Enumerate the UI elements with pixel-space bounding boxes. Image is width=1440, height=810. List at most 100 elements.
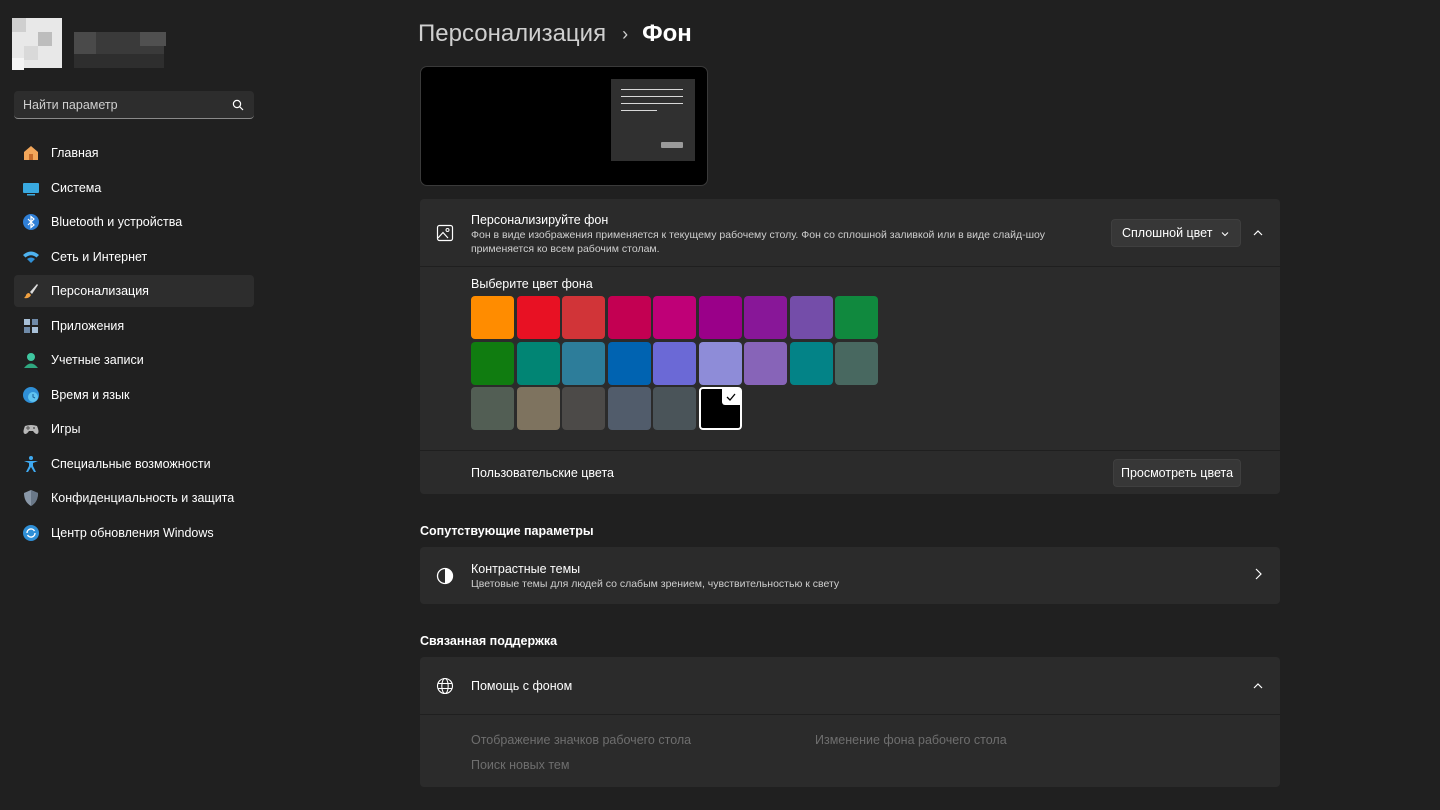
sidebar-item-windows-update[interactable]: Центр обновления Windows (14, 517, 254, 549)
color-swatch[interactable] (516, 341, 560, 385)
custom-colors-row: Пользовательские цвета Просмотреть цвета (420, 450, 1280, 494)
color-swatch[interactable] (744, 341, 787, 385)
color-swatch[interactable] (698, 387, 742, 430)
wifi-icon (22, 248, 40, 266)
page-title: Фон (642, 20, 692, 47)
color-swatch[interactable] (653, 341, 696, 385)
sidebar-item-system[interactable]: Система (14, 172, 254, 204)
apps-icon (22, 317, 40, 335)
color-swatch[interactable] (789, 296, 833, 339)
view-colors-button[interactable]: Просмотреть цвета (1113, 459, 1241, 487)
sidebar-item-label: Главная (51, 146, 99, 160)
sidebar-item-label: Учетные записи (51, 353, 144, 367)
color-swatch[interactable] (562, 296, 605, 339)
sidebar-item-label: Специальные возможности (51, 456, 211, 471)
image-icon (436, 224, 454, 242)
sidebar-nav: Главная Система Bluetooth и устройства С… (14, 137, 254, 551)
help-link-desktop-icons[interactable]: Отображение значков рабочего стола (471, 733, 691, 747)
contrast-themes-card[interactable]: Контрастные темы Цветовые темы для людей… (420, 547, 1280, 604)
user-profile-avatar[interactable] (10, 18, 180, 72)
background-help-card: Помощь с фоном Отображение значков рабоч… (420, 657, 1280, 787)
sidebar: Главная Система Bluetooth и устройства С… (0, 0, 270, 810)
breadcrumb-parent[interactable]: Персонализация (418, 20, 606, 48)
sidebar-item-label: Bluetooth и устройства (51, 215, 183, 229)
sidebar-item-personalization[interactable]: Персонализация (14, 275, 254, 307)
home-icon (22, 144, 40, 162)
related-settings-heading: Сопутствующие параметры (420, 524, 594, 538)
color-swatch[interactable] (744, 296, 787, 339)
help-link-change-background[interactable]: Изменение фона рабочего стола (815, 733, 1007, 747)
sidebar-item-home[interactable]: Главная (14, 137, 254, 169)
breadcrumb-separator-icon: › (622, 23, 629, 44)
sidebar-item-label: Сеть и Интернет (51, 249, 148, 264)
brush-icon (22, 282, 40, 300)
color-swatch[interactable] (607, 387, 651, 430)
background-type-value: Сплошной цвет (1122, 226, 1213, 240)
chevron-up-icon (1253, 230, 1263, 236)
background-type-dropdown[interactable]: Сплошной цвет (1111, 219, 1241, 247)
accessibility-icon (22, 455, 40, 473)
checkmark-icon (721, 389, 740, 405)
collapse-button[interactable] (1248, 223, 1268, 243)
sidebar-item-label: Персонализация (51, 284, 149, 298)
chevron-up-icon (1253, 683, 1263, 689)
color-swatch[interactable] (471, 341, 514, 385)
sidebar-item-gaming[interactable]: Игры (14, 413, 254, 445)
contrast-icon (436, 567, 454, 585)
color-swatch[interactable] (789, 341, 833, 385)
sidebar-item-bluetooth[interactable]: Bluetooth и устройства (14, 206, 254, 238)
contrast-themes-description: Цветовые темы для людей со слабым зрение… (471, 578, 840, 590)
sidebar-item-label: Система (51, 180, 102, 195)
related-support-heading: Связанная поддержка (420, 634, 558, 648)
custom-colors-label: Пользовательские цвета (471, 466, 614, 480)
chevron-down-icon (1221, 232, 1229, 237)
sidebar-item-apps[interactable]: Приложения (14, 310, 254, 342)
choose-color-label: Выберите цвет фона (471, 277, 593, 291)
color-swatch[interactable] (471, 387, 514, 430)
system-display-icon (22, 179, 40, 197)
sidebar-item-time-language[interactable]: Время и язык (14, 379, 254, 411)
globe-icon (436, 677, 454, 695)
color-swatch[interactable] (607, 341, 651, 385)
sidebar-item-privacy[interactable]: Конфиденциальность и защита (14, 482, 254, 514)
help-link-find-themes[interactable]: Поиск новых тем (471, 758, 569, 772)
color-swatch[interactable] (835, 341, 878, 385)
desktop-preview (420, 66, 708, 186)
bluetooth-icon (22, 213, 40, 231)
breadcrumb: Персонализация › Фон (418, 20, 692, 48)
color-swatch[interactable] (653, 387, 696, 430)
color-swatch[interactable] (607, 296, 651, 339)
collapse-help-button[interactable] (1248, 676, 1268, 696)
chevron-right-icon (1255, 568, 1262, 580)
sidebar-item-network[interactable]: Сеть и Интернет (14, 241, 254, 273)
personalize-background-card: Персонализируйте фон Фон в виде изображе… (420, 199, 1280, 494)
sidebar-item-label: Время и язык (51, 387, 130, 402)
color-swatch[interactable] (698, 296, 742, 339)
preview-window-thumbnail (611, 79, 695, 161)
color-swatch[interactable] (471, 296, 514, 339)
sidebar-item-label: Центр обновления Windows (51, 525, 214, 540)
background-help-row[interactable]: Помощь с фоном (420, 657, 1280, 715)
sidebar-item-label: Игры (51, 422, 81, 436)
color-swatch[interactable] (562, 341, 605, 385)
gamepad-icon (22, 420, 40, 438)
sidebar-item-accounts[interactable]: Учетные записи (14, 344, 254, 376)
update-icon (22, 524, 40, 542)
globe-clock-icon (22, 386, 40, 404)
search-box[interactable] (14, 91, 254, 119)
color-swatch[interactable] (562, 387, 605, 430)
personalize-background-title: Персонализируйте фон (471, 213, 609, 227)
sidebar-item-accessibility[interactable]: Специальные возможности (14, 448, 254, 480)
color-swatch[interactable] (516, 387, 560, 430)
sidebar-item-label: Конфиденциальность и защита (51, 491, 235, 505)
color-swatch[interactable] (835, 296, 878, 339)
personalize-background-description-line2: применяется ко всем рабочим столам. (471, 243, 660, 255)
search-input[interactable] (23, 97, 223, 112)
personalize-background-description-line1: Фон в виде изображения применяется к тек… (471, 229, 1046, 241)
shield-icon (22, 489, 40, 507)
search-icon[interactable] (232, 99, 244, 111)
color-swatch[interactable] (516, 296, 560, 339)
color-swatch[interactable] (698, 341, 742, 385)
color-swatch[interactable] (653, 296, 696, 339)
background-help-title: Помощь с фоном (471, 679, 573, 693)
